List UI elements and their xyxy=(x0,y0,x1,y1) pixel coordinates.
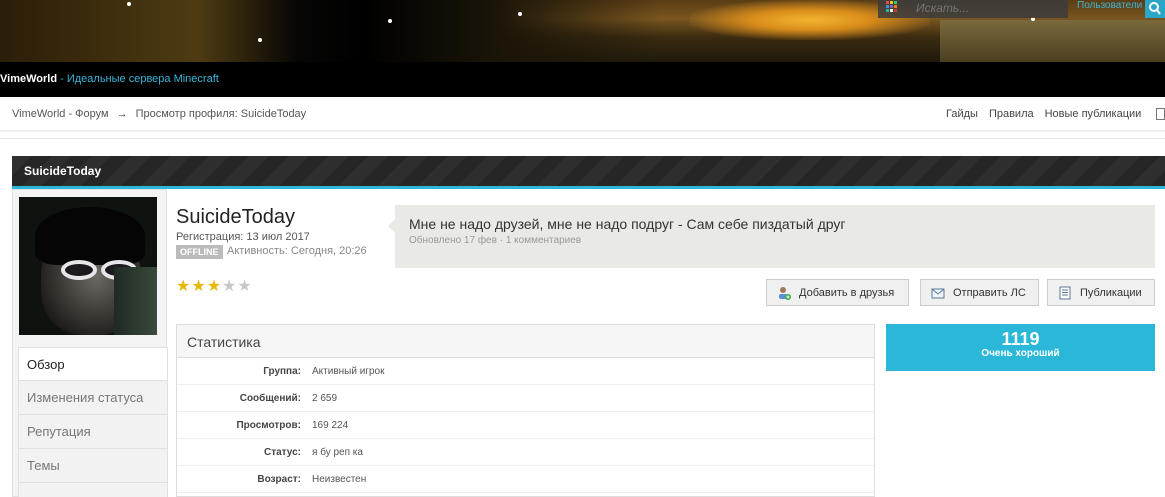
send-pm-label: Отправить ЛС xyxy=(953,286,1026,299)
stats-value: Активный игрок xyxy=(312,366,385,377)
star-filled-icon: ★ xyxy=(176,278,191,295)
breadcrumb-current[interactable]: Просмотр профиля: SuicideToday xyxy=(136,108,307,120)
snowflake xyxy=(127,2,131,6)
nav-new-posts[interactable]: Новые публикации xyxy=(1045,108,1142,120)
add-user-icon xyxy=(779,286,791,300)
status-update: Мне не надо друзей, мне не надо подруг -… xyxy=(388,205,1155,268)
send-pm-button[interactable]: Отправить ЛС xyxy=(920,279,1039,306)
apps-grid-icon[interactable] xyxy=(886,1,898,13)
quick-nav: Гайды Правила Новые публикации xyxy=(946,108,1141,120)
reputation-card[interactable]: 1119 Очень хороший xyxy=(886,324,1155,371)
banner-hills xyxy=(940,20,1165,62)
snowflake xyxy=(258,38,262,42)
rating-stars: ★ ★ ★ ★ ★ xyxy=(176,279,252,295)
profile-header-title: SuicideToday xyxy=(24,164,102,178)
site-name: VimeWorld xyxy=(0,73,58,85)
status-badge: OFFLINE xyxy=(176,245,223,259)
site-title[interactable]: VimeWorld - Идеальные сервера Minecraft xyxy=(0,73,219,85)
divider xyxy=(0,130,1165,132)
add-friend-button[interactable]: Добавить в друзья xyxy=(766,279,909,306)
breadcrumb: VimeWorld - Форум → Просмотр профиля: Su… xyxy=(12,108,306,120)
nav-guides[interactable]: Гайды xyxy=(946,108,978,120)
profile-menu: Обзор Изменения статуса Репутация Темы xyxy=(18,347,168,497)
avatar[interactable] xyxy=(19,197,157,335)
stats-value: 2 659 xyxy=(312,393,338,404)
stats-value: 169 224 xyxy=(312,420,349,431)
avatar-hair xyxy=(35,207,145,265)
breadcrumb-forum[interactable]: VimeWorld - Форум xyxy=(12,108,109,120)
nav-rules[interactable]: Правила xyxy=(989,108,1034,120)
users-link[interactable]: Пользователи xyxy=(1077,0,1142,12)
breadcrumb-arrow-icon: → xyxy=(116,108,128,120)
stats-row-group: Группа: Активный игрок xyxy=(177,358,874,385)
stats-key: Статус: xyxy=(263,447,301,458)
mail-icon xyxy=(931,288,945,298)
document-icon xyxy=(1059,286,1071,299)
status-text: Мне не надо друзей, мне не надо подруг -… xyxy=(409,216,846,232)
star-empty-icon: ★ xyxy=(222,278,237,295)
reputation-label: Очень хороший xyxy=(981,348,1060,359)
stats-row-status: Статус: я бу реп ка xyxy=(177,439,874,466)
star-filled-icon: ★ xyxy=(191,278,206,295)
stats-row-age: Возраст: Неизвестен xyxy=(177,466,874,493)
snowflake xyxy=(388,19,392,23)
search-input[interactable] xyxy=(916,0,1066,16)
publications-label: Публикации xyxy=(1080,286,1142,299)
stats-title: Статистика xyxy=(177,325,874,358)
menu-overview[interactable]: Обзор xyxy=(18,347,168,381)
site-tagline: - Идеальные сервера Minecraft xyxy=(57,73,219,85)
profile-header-accent xyxy=(12,186,1165,189)
stats-value: Неизвестен xyxy=(312,474,367,485)
stats-key: Просмотров: xyxy=(236,420,301,431)
stats-key: Возраст: xyxy=(257,474,301,485)
menu-topics[interactable]: Темы xyxy=(18,449,168,483)
stats-key: Сообщений: xyxy=(239,393,301,404)
banner-shadow xyxy=(0,0,660,62)
snowflake xyxy=(518,12,522,16)
stats-value: я бу реп ка xyxy=(312,447,363,458)
stats-row-posts: Сообщений: 2 659 xyxy=(177,385,874,412)
stats-row-views: Просмотров: 169 224 xyxy=(177,412,874,439)
profile-header: SuicideToday xyxy=(12,156,1165,189)
stats-panel: Статистика Группа: Активный игрок Сообще… xyxy=(176,324,875,497)
username: SuicideToday xyxy=(176,206,295,228)
last-activity: Активность: Сегодня, 20:26 xyxy=(227,245,367,257)
add-friend-label: Добавить в друзья xyxy=(799,286,895,299)
star-empty-icon: ★ xyxy=(237,278,252,295)
stats-key: Группа: xyxy=(263,366,301,377)
publications-button[interactable]: Публикации xyxy=(1047,279,1155,306)
menu-more[interactable] xyxy=(18,483,168,497)
avatar-background xyxy=(114,267,157,335)
menu-reputation[interactable]: Репутация xyxy=(18,415,168,449)
status-meta[interactable]: Обновлено 17 фев · 1 комментариев xyxy=(409,235,581,246)
reputation-value: 1119 xyxy=(1001,329,1040,349)
divider xyxy=(0,138,1165,139)
search-button[interactable] xyxy=(1145,0,1165,18)
rss-icon[interactable] xyxy=(1156,108,1165,120)
search-icon xyxy=(1149,2,1161,15)
star-filled-icon: ★ xyxy=(206,278,222,295)
search-bar xyxy=(878,0,1068,18)
registration-date: Регистрация: 13 июл 2017 xyxy=(176,231,310,243)
menu-status-changes[interactable]: Изменения статуса xyxy=(18,381,168,415)
